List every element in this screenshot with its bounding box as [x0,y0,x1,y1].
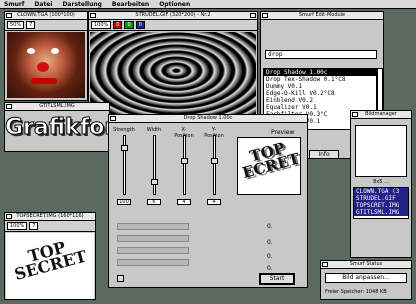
row-value: 0. [267,253,273,260]
zoom-field[interactable]: 100% [7,222,28,230]
status-titlebar[interactable]: Smurf Status [321,261,411,269]
help-icon[interactable] [117,275,124,282]
module-filter-input[interactable]: drop [265,50,377,59]
file-list[interactable]: CLOWN.TGA (3 STRUDEL.GIF TOPSCRET.IMG GT… [353,187,409,219]
number-field[interactable]: 7 [29,222,39,230]
module-item[interactable]: Drop Shadow 1.00c [264,69,376,76]
green-channel[interactable]: 0 [124,21,134,29]
file-item[interactable]: STRUDEL.GIF [354,195,408,202]
y-position-value[interactable]: 4 [207,199,221,205]
status-window: Smurf Status Bild anpassen... Freier Spe… [320,260,412,300]
row-value: 0. [267,223,273,230]
number-field[interactable]: 7 [26,21,36,29]
dropshadow-titlebar[interactable]: Drop Shadow 1.00c [109,115,307,123]
topsecret-window: TOPSECRET.IMG (160*116) 100% 7 TOP SECRE… [4,212,96,300]
image-manager-window: Bildmanager 8x5 ... CLOWN.TGA (3 STRUDEL… [350,110,412,258]
file-item[interactable]: CLOWN.TGA (3 [354,188,408,195]
menu-bearbeiten[interactable]: Bearbeiten [112,1,149,8]
close-icon[interactable] [6,214,12,219]
module-item[interactable]: Einblend V0.2 [264,97,376,104]
width-slider[interactable] [153,135,156,195]
option-row [117,235,189,242]
info-button[interactable]: Info [309,150,339,158]
strudel-image [90,32,256,118]
menu-datei[interactable]: Datei [34,1,52,8]
preview-image: TOP ECRET [237,137,301,195]
close-icon[interactable] [322,262,328,267]
menu-optionen[interactable]: Optionen [159,1,190,8]
option-row [117,223,189,230]
close-icon[interactable] [6,104,12,109]
gtitl-image: Grafikfor [5,115,110,141]
clown-window: CLOWN.TGA (100*100) 50% 7 [4,11,88,101]
y-position-slider[interactable] [213,135,216,195]
width-value[interactable]: 6 [147,199,161,205]
strudel-window: STRUDEL.GIF (320*200) - Nr.2 100% 0 0 0 [88,11,258,119]
row-value: 0. [267,239,273,246]
manager-titlebar[interactable]: Bildmanager [351,111,411,119]
clown-image [7,32,85,98]
strength-knob[interactable] [121,144,128,151]
topsecret-image: TOP SECRET [6,233,94,299]
option-row [117,259,189,266]
option-row [117,247,189,254]
menu-darstellung[interactable]: Darstellung [62,1,101,8]
module-item[interactable]: Dummy V0.1 [264,83,376,90]
width-knob[interactable] [151,178,158,185]
file-item[interactable]: GTITLSML.IMG [354,209,408,216]
strength-label: Strength [113,127,135,133]
blue-channel[interactable]: 0 [135,21,145,29]
preview-label: Preview [271,129,295,136]
file-item[interactable]: TOPSCRET.IMG [354,202,408,209]
strudel-titlebar[interactable]: STRUDEL.GIF (320*200) - Nr.2 [89,12,257,20]
clown-titlebar[interactable]: CLOWN.TGA (100*100) [5,12,87,20]
close-icon[interactable] [110,116,116,121]
zoom-field[interactable]: 50% [7,21,25,29]
close-icon[interactable] [90,13,96,18]
row-value: 0. [267,265,273,272]
menu-bar: Smurf Datei Darstellung Bearbeiten Optio… [0,0,416,9]
x-position-value[interactable]: 4 [177,199,191,205]
red-channel[interactable]: 0 [113,21,123,29]
menu-smurf[interactable]: Smurf [4,1,24,8]
module-titlebar[interactable]: Smurf Edit-Module [261,12,383,20]
free-memory: Freier Speicher: 1048 KB [325,289,387,295]
thumbnail-size: 8x5 ... [373,179,389,185]
x-position-knob[interactable] [181,157,188,164]
fullsize-icon[interactable] [250,13,256,18]
gtitl-window: GTITLSML.IMG Grafikfor [4,102,110,152]
thumbnail-preview [355,125,407,177]
module-item[interactable]: Drop Tex-Shadow 0.1°C8 [264,76,376,83]
close-icon[interactable] [262,13,268,18]
width-label: Width [146,127,162,133]
x-position-slider[interactable] [183,135,186,195]
zoom-field[interactable]: 100% [91,21,112,29]
close-icon[interactable] [352,112,358,117]
status-message: Bild anpassen... [325,273,407,283]
y-position-knob[interactable] [211,157,218,164]
gtitl-titlebar[interactable]: GTITLSML.IMG [5,103,109,111]
strength-value[interactable]: 100 [117,199,131,205]
start-button[interactable]: Start [259,273,295,285]
drop-shadow-dialog: Drop Shadow 1.00c Strength Width X-Posit… [108,114,308,288]
topsecret-titlebar[interactable]: TOPSECRET.IMG (160*116) [5,213,95,221]
module-item[interactable]: Edge-O-Kill V0.2°C8 [264,90,376,97]
close-icon[interactable] [6,13,12,18]
